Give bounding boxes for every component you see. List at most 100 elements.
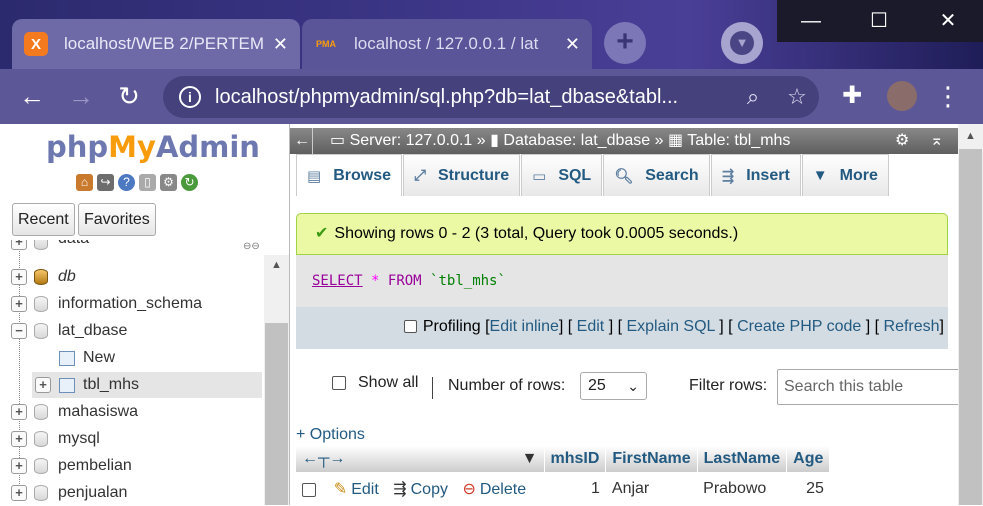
delete-row-link[interactable]: Delete (480, 481, 526, 498)
sql-select-keyword[interactable]: SELECT (312, 273, 363, 289)
forward-arrow-icon[interactable]: → (63, 79, 99, 113)
phpmyadmin-favicon-icon: PMA (316, 39, 336, 49)
edit-link[interactable]: Edit (577, 318, 605, 335)
scroll-up-arrow-icon[interactable]: ▲ (965, 130, 976, 142)
settings-gear-icon[interactable]: ⚙ (160, 174, 177, 191)
expand-icon[interactable]: + (11, 296, 27, 312)
options-link[interactable]: + Options (296, 426, 365, 444)
tab-browse[interactable]: ▤ Browse (296, 154, 402, 196)
expand-icon[interactable]: + (11, 269, 27, 285)
home-icon[interactable]: ⌂ (76, 174, 93, 191)
expand-icon[interactable]: + (11, 404, 27, 420)
expand-icon[interactable]: + (11, 431, 27, 447)
close-tab-icon[interactable]: ✕ (565, 34, 580, 55)
breadcrumb-table[interactable]: Table: tbl_mhs (687, 132, 790, 149)
cell-firstname[interactable]: Anjar (605, 472, 698, 505)
column-header-lastname[interactable]: LastName (697, 446, 788, 472)
column-header-firstname[interactable]: FirstName (605, 446, 698, 472)
new-table-icon (59, 350, 75, 366)
help-icon[interactable]: ? (118, 174, 135, 191)
sidebar-scroll-thumb[interactable] (265, 323, 288, 505)
bookmark-star-icon[interactable]: ☆ (775, 84, 819, 110)
collapse-top-icon[interactable]: ⌅ (930, 128, 943, 154)
cell-age[interactable]: 25 (786, 472, 830, 505)
tree-db-pembelian[interactable]: + pembelian (0, 453, 262, 479)
edit-row-link[interactable]: Edit (351, 481, 379, 498)
main-scrollbar[interactable]: ▲ (958, 124, 983, 505)
column-header-mhsid[interactable]: mhsID (544, 446, 607, 472)
reload-nav-icon[interactable]: ↻ (181, 174, 198, 191)
info-icon[interactable]: i (179, 86, 201, 108)
tree-db-db[interactable]: + db (0, 264, 262, 290)
zoom-search-icon[interactable]: ⌕ (731, 84, 775, 110)
sort-dropdown-icon[interactable]: ▼ (522, 450, 538, 468)
breadcrumb-database[interactable]: Database: lat_dbase (503, 132, 650, 149)
insert-icon: ⇶ (721, 167, 735, 185)
profiling-checkbox[interactable] (403, 320, 417, 334)
tab-more[interactable]: ▼ More (801, 154, 889, 196)
close-window-button[interactable]: ✕ (913, 0, 983, 42)
sidebar-scrollbar[interactable]: ▲ (264, 255, 289, 505)
number-of-rows-select[interactable]: 25 ⌄ (580, 372, 647, 400)
tab-structure[interactable]: ⤢ Structure (402, 154, 521, 196)
sql-query-links: Profiling [Edit inline] [ Edit ] [ Expla… (296, 307, 948, 349)
explain-sql-link[interactable]: Explain SQL (626, 318, 714, 335)
tree-db-mahasiswa[interactable]: + mahasiswa (0, 399, 262, 425)
settings-gear-icon[interactable]: ⚙ (895, 128, 909, 154)
tab-sql[interactable]: ▭ SQL (521, 154, 603, 196)
extensions-puzzle-icon[interactable]: ✚ (834, 79, 870, 113)
show-all-checkbox[interactable] (332, 376, 346, 390)
edit-inline-link[interactable]: Edit inline (490, 318, 559, 335)
cell-lastname[interactable]: Prabowo (697, 472, 787, 505)
breadcrumb-server[interactable]: Server: 127.0.0.1 (350, 132, 473, 149)
tree-db-lat-dbase[interactable]: − lat_dbase (0, 318, 262, 344)
minimize-button[interactable]: — (777, 0, 845, 42)
recent-button[interactable]: Recent (12, 203, 75, 236)
expand-icon[interactable]: + (35, 377, 51, 393)
main-scroll-thumb[interactable] (959, 149, 982, 505)
column-arrows-header[interactable]: ←┬→ ▼ (296, 446, 545, 472)
tree-db-penjualan[interactable]: + penjualan (0, 480, 262, 506)
collapse-icon[interactable]: − (11, 323, 27, 339)
database-icon (34, 240, 48, 250)
tree-db-mysql[interactable]: + mysql (0, 426, 262, 452)
browser-tab-phpmyadmin[interactable]: PMA localhost / 127.0.0.1 / lat ✕ (302, 19, 592, 69)
column-header-age[interactable]: Age (786, 446, 831, 472)
url-text[interactable]: localhost/phpmyadmin/sql.php?db=lat_dbas… (215, 86, 731, 109)
favorites-button[interactable]: Favorites (78, 203, 156, 236)
docs-icon[interactable]: ▯ (139, 174, 156, 191)
expand-icon[interactable]: + (11, 458, 27, 474)
cell-mhsid[interactable]: 1 (544, 472, 606, 505)
logout-icon[interactable]: ↪ (97, 174, 114, 191)
tree-db-information-schema[interactable]: + information_schema (0, 291, 262, 317)
phpmyadmin-logo[interactable]: phpMyAdmin (46, 130, 260, 164)
success-message: ✔ Showing rows 0 - 2 (3 total, Query took… (296, 213, 948, 255)
address-bar[interactable]: i localhost/phpmyadmin/sql.php?db=lat_db… (163, 76, 819, 118)
copy-row-link[interactable]: Copy (411, 481, 448, 498)
reload-icon[interactable]: ↻ (111, 79, 147, 113)
filter-rows-input[interactable]: Search this table (777, 369, 958, 405)
refresh-link[interactable]: Refresh (884, 318, 940, 335)
browser-tab-web2[interactable]: X localhost/WEB 2/PERTEM ✕ (12, 19, 300, 69)
create-php-code-link[interactable]: Create PHP code (737, 318, 861, 335)
expand-icon[interactable]: + (11, 485, 27, 501)
tab-search-button[interactable]: ▼ (721, 22, 763, 64)
server-icon: ▭ (330, 132, 346, 149)
expand-icon[interactable]: + (11, 240, 27, 250)
tree-table-tbl-mhs[interactable]: + tbl_mhs (32, 372, 262, 398)
profile-avatar[interactable] (884, 79, 920, 113)
column-resize-arrows-icon[interactable]: ←┬→ (302, 450, 345, 467)
close-tab-icon[interactable]: ✕ (273, 34, 288, 55)
tree-new-table[interactable]: New (0, 345, 262, 371)
maximize-button[interactable]: ☐ (845, 0, 913, 42)
tab-search[interactable]: 🔍︎ Search (603, 154, 710, 196)
row-checkbox[interactable] (302, 482, 316, 497)
new-tab-button[interactable]: + (604, 22, 646, 64)
scroll-up-arrow-icon[interactable]: ▲ (271, 259, 282, 271)
menu-kebab-icon[interactable]: ⋮ (930, 79, 966, 113)
tree-db-data[interactable]: + data (0, 240, 262, 254)
tab-insert[interactable]: ⇶ Insert (710, 154, 801, 196)
back-arrow-icon[interactable]: ← (14, 79, 50, 113)
main-panel: ← ▭ Server: 127.0.0.1 » ▮ Database: lat_… (290, 124, 958, 505)
back-arrow-icon[interactable]: ← (294, 128, 310, 154)
